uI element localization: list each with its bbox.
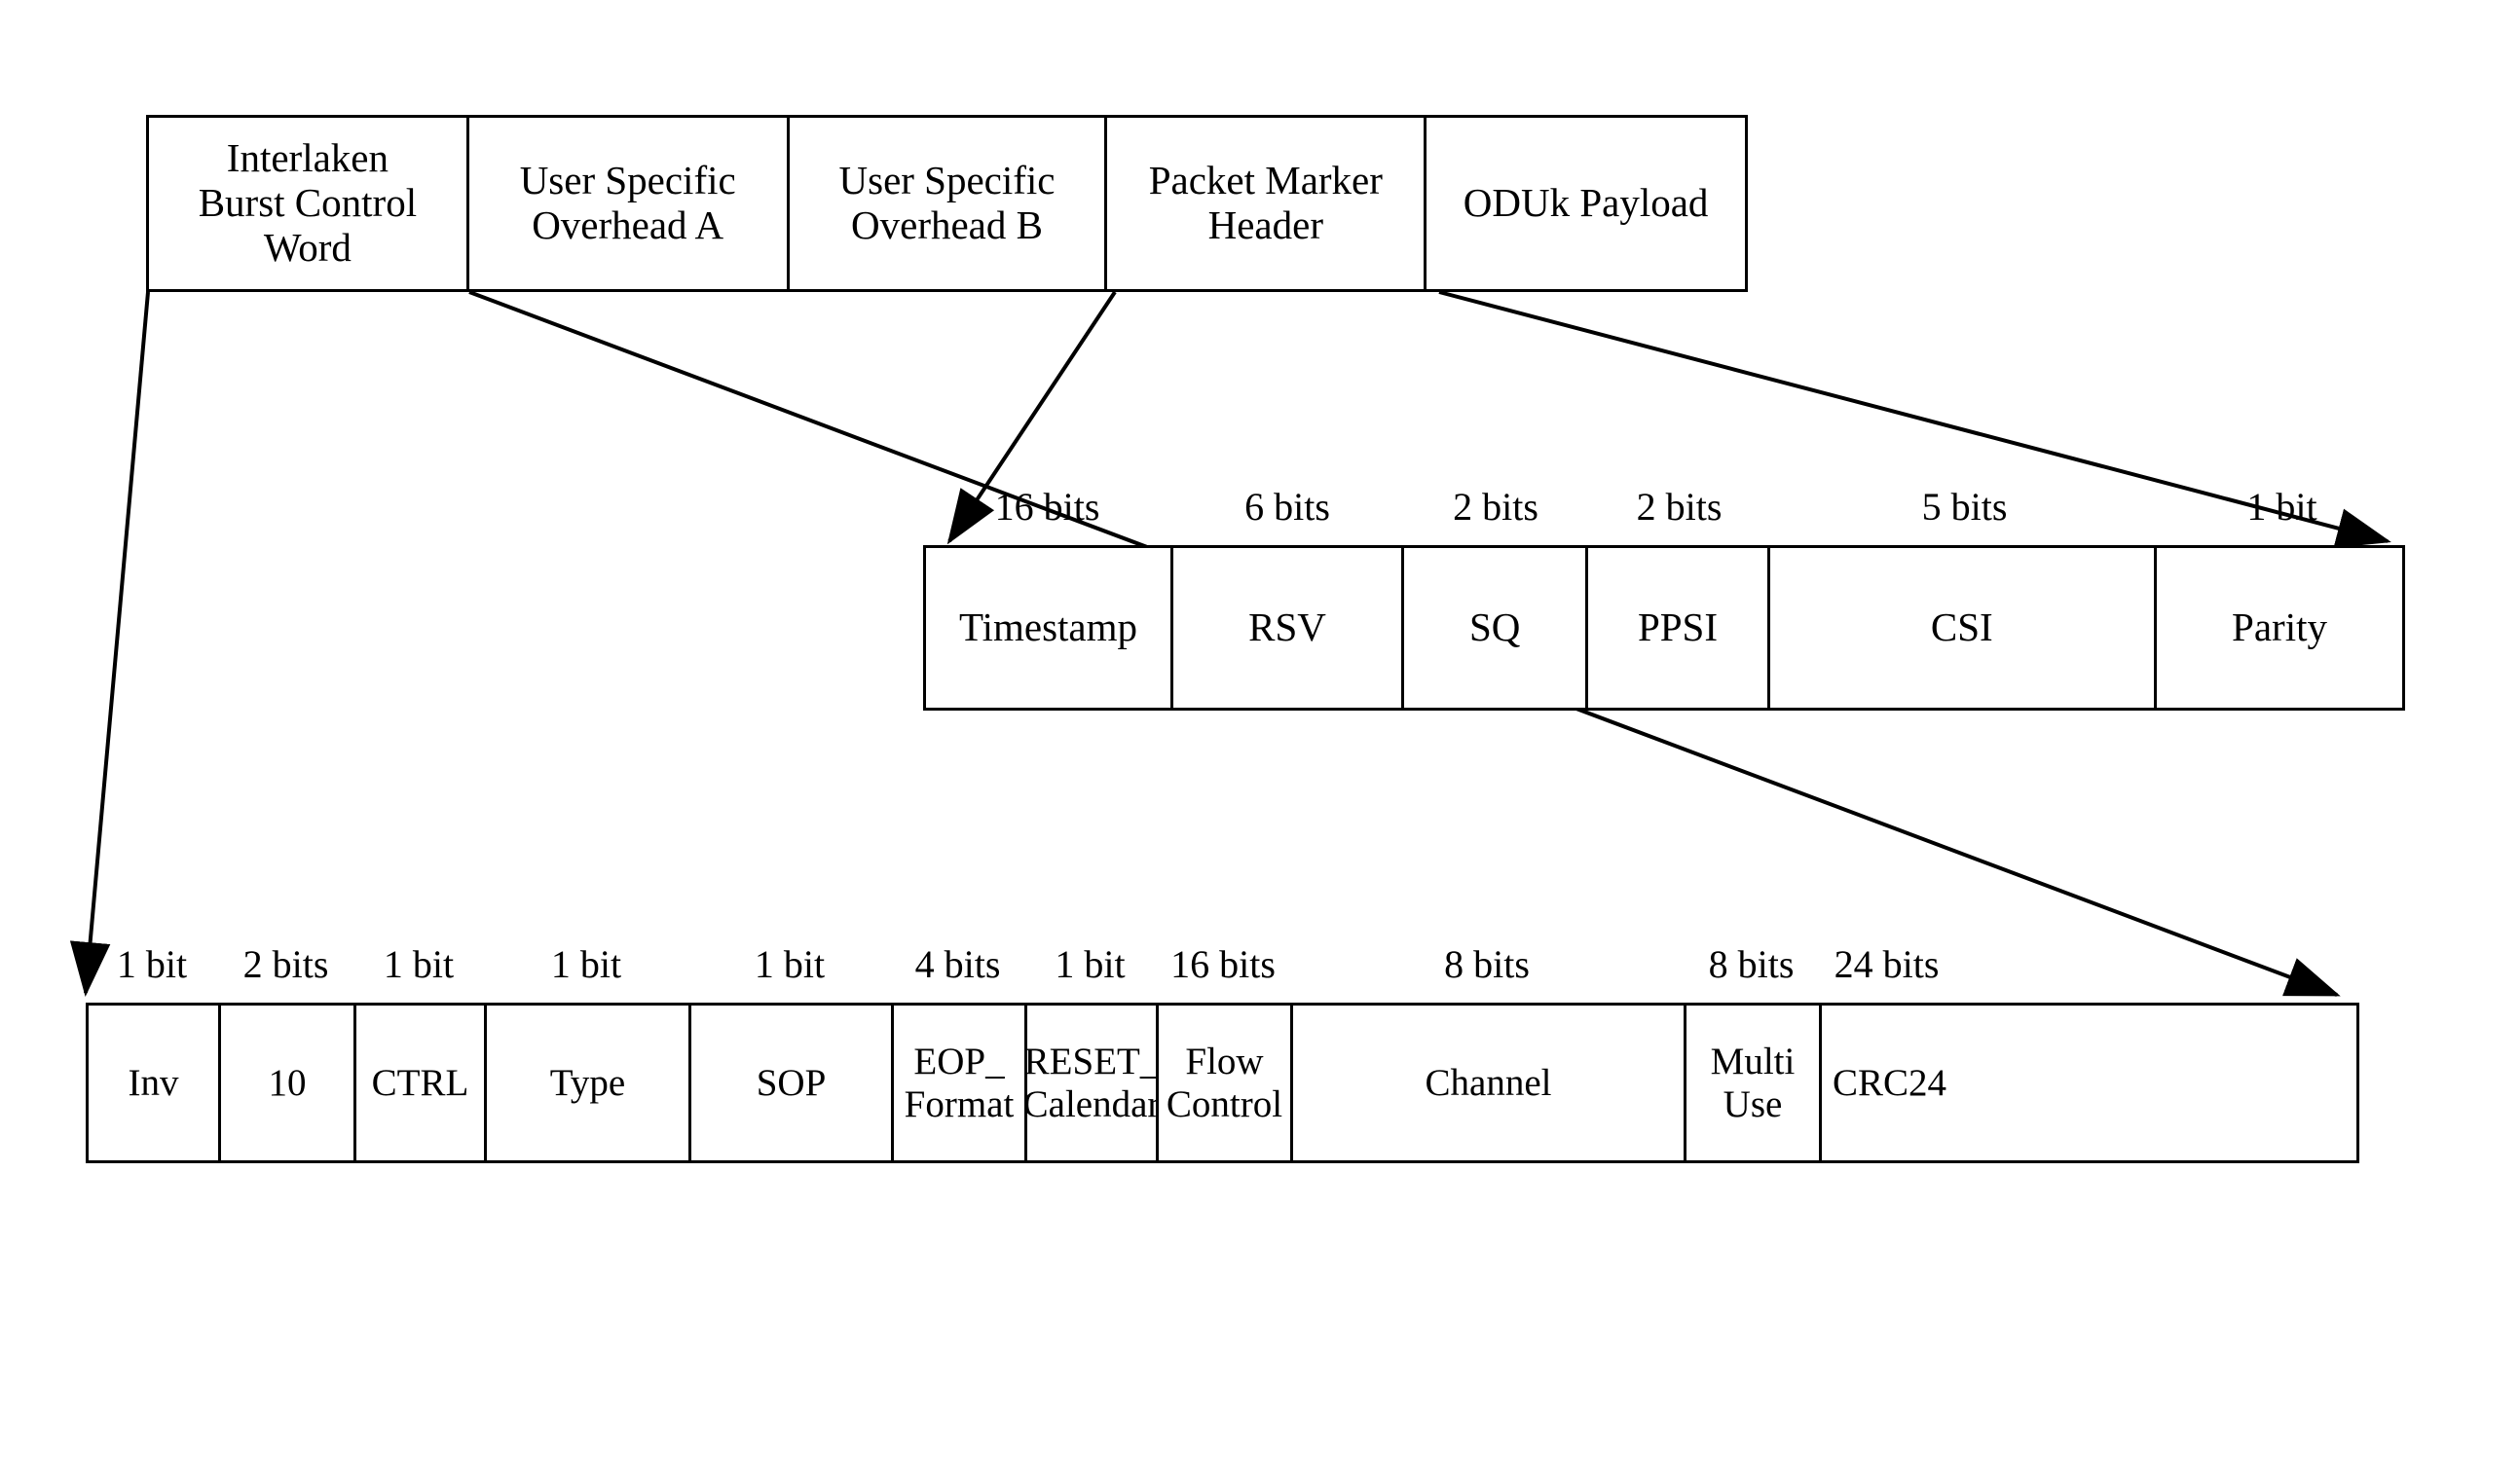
- bit-label-rsv: 6 bits: [1244, 484, 1330, 529]
- cell-line: Burst Control: [198, 180, 418, 226]
- cell-user-specific-overhead-b[interactable]: User Specific Overhead B: [789, 118, 1108, 289]
- cell-line: Header: [1207, 202, 1323, 247]
- cell-line: EOP_: [913, 1040, 1005, 1082]
- bit-label-sop: 1 bit: [754, 941, 826, 986]
- cell-packet-marker-header[interactable]: Packet Marker Header: [1107, 118, 1427, 289]
- cell-line: CRC24: [1832, 1061, 1947, 1104]
- bit-label-eop-format: 4 bits: [914, 941, 1001, 986]
- bit-label-type: 1 bit: [550, 941, 622, 986]
- burst-control-word-bit-labels: 1 bit 2 bits 1 bit 1 bit 1 bit 4 bits 1 …: [86, 938, 2359, 989]
- cell-line: Type: [549, 1061, 626, 1104]
- cell-line: 10: [268, 1061, 307, 1104]
- cell-line: Packet Marker: [1148, 158, 1383, 203]
- cell-line: RESET_: [1023, 1040, 1160, 1082]
- cell-flow-control[interactable]: Flow Control: [1159, 1006, 1293, 1160]
- cell-ctrl[interactable]: CTRL: [356, 1006, 487, 1160]
- cell-multi-use[interactable]: Multi Use: [1686, 1006, 1822, 1160]
- cell-line: Overhead B: [851, 202, 1043, 247]
- cell-line: Multi: [1710, 1040, 1796, 1082]
- cell-line: Word: [263, 224, 352, 270]
- cell-reset-calendar[interactable]: RESET_ Calendar: [1023, 1006, 1160, 1160]
- bit-label-ppsi: 2 bits: [1636, 484, 1723, 529]
- cell-interlaken-burst-control-word[interactable]: Interlaken Burst Control Word: [149, 118, 469, 289]
- cell-line: Format: [904, 1082, 1015, 1125]
- cell-parity[interactable]: Parity: [2157, 548, 2403, 708]
- cell-csi[interactable]: CSI: [1769, 548, 2158, 708]
- bit-label-multi-use: 8 bits: [1708, 941, 1795, 986]
- cell-eop-format[interactable]: EOP_ Format: [894, 1006, 1027, 1160]
- cell-line: User Specific: [519, 158, 736, 203]
- bit-label-sq: 2 bits: [1453, 484, 1538, 529]
- cell-user-specific-overhead-a[interactable]: User Specific Overhead A: [468, 118, 790, 289]
- burst-control-word-detail-row: Inv 10 CTRL Type SOP EOP_ Format RESET_ …: [86, 1003, 2359, 1163]
- cell-line: SOP: [756, 1061, 827, 1104]
- cell-line: Flow: [1185, 1040, 1264, 1082]
- cell-rsv[interactable]: RSV: [1173, 548, 1405, 708]
- cell-line: Channel: [1425, 1061, 1552, 1104]
- cell-line: SQ: [1468, 604, 1521, 650]
- bit-label-ctrl: 1 bit: [383, 941, 455, 986]
- cell-line: CSI: [1930, 604, 1993, 650]
- cell-line: CTRL: [371, 1061, 469, 1104]
- cell-inv[interactable]: Inv: [89, 1006, 221, 1160]
- bit-label-flow-control: 16 bits: [1170, 941, 1276, 986]
- cell-timestamp[interactable]: Timestamp: [926, 548, 1173, 708]
- cell-line: ODUk Payload: [1463, 180, 1709, 226]
- cell-line: Overhead A: [532, 202, 724, 247]
- cell-sop[interactable]: SOP: [691, 1006, 894, 1160]
- frame-structure-row: Interlaken Burst Control Word User Speci…: [146, 115, 1748, 292]
- cell-sq[interactable]: SQ: [1404, 548, 1589, 708]
- cell-line: PPSI: [1637, 604, 1718, 650]
- cell-line: Use: [1723, 1082, 1783, 1125]
- bit-label-10: 2 bits: [242, 941, 329, 986]
- packet-marker-header-bit-labels: 16 bits 6 bits 2 bits 2 bits 5 bits 1 bi…: [923, 481, 2405, 531]
- cell-line: RSV: [1248, 604, 1326, 650]
- packet-marker-header-detail-row: Timestamp RSV SQ PPSI CSI Parity: [923, 545, 2405, 711]
- bit-label-crc24: 24 bits: [1834, 941, 1940, 986]
- bit-label-channel: 8 bits: [1444, 941, 1530, 986]
- cell-line: Parity: [2232, 604, 2327, 650]
- cell-channel[interactable]: Channel: [1293, 1006, 1686, 1160]
- cell-line: Calendar: [1022, 1082, 1161, 1125]
- diagram-canvas: Interlaken Burst Control Word User Speci…: [0, 0, 2520, 1465]
- cell-line: Interlaken: [226, 135, 389, 181]
- connector-burst-control-word-to-bottom-row: [69, 291, 150, 997]
- bit-label-parity: 1 bit: [2246, 484, 2317, 529]
- cell-crc24[interactable]: CRC24: [1822, 1006, 1957, 1160]
- bit-label-timestamp: 16 bits: [994, 484, 1100, 529]
- cell-line: Inv: [128, 1061, 179, 1104]
- bit-label-inv: 1 bit: [116, 941, 188, 986]
- cell-line: Timestamp: [958, 604, 1138, 650]
- cell-oduk-payload[interactable]: ODUk Payload: [1427, 118, 1745, 289]
- cell-line: Control: [1166, 1082, 1283, 1125]
- cell-ppsi[interactable]: PPSI: [1588, 548, 1770, 708]
- cell-10[interactable]: 10: [221, 1006, 356, 1160]
- bit-label-reset-calendar: 1 bit: [1055, 941, 1126, 986]
- bit-label-csi: 5 bits: [1921, 484, 2008, 529]
- cell-line: User Specific: [838, 158, 1056, 203]
- cell-type[interactable]: Type: [487, 1006, 691, 1160]
